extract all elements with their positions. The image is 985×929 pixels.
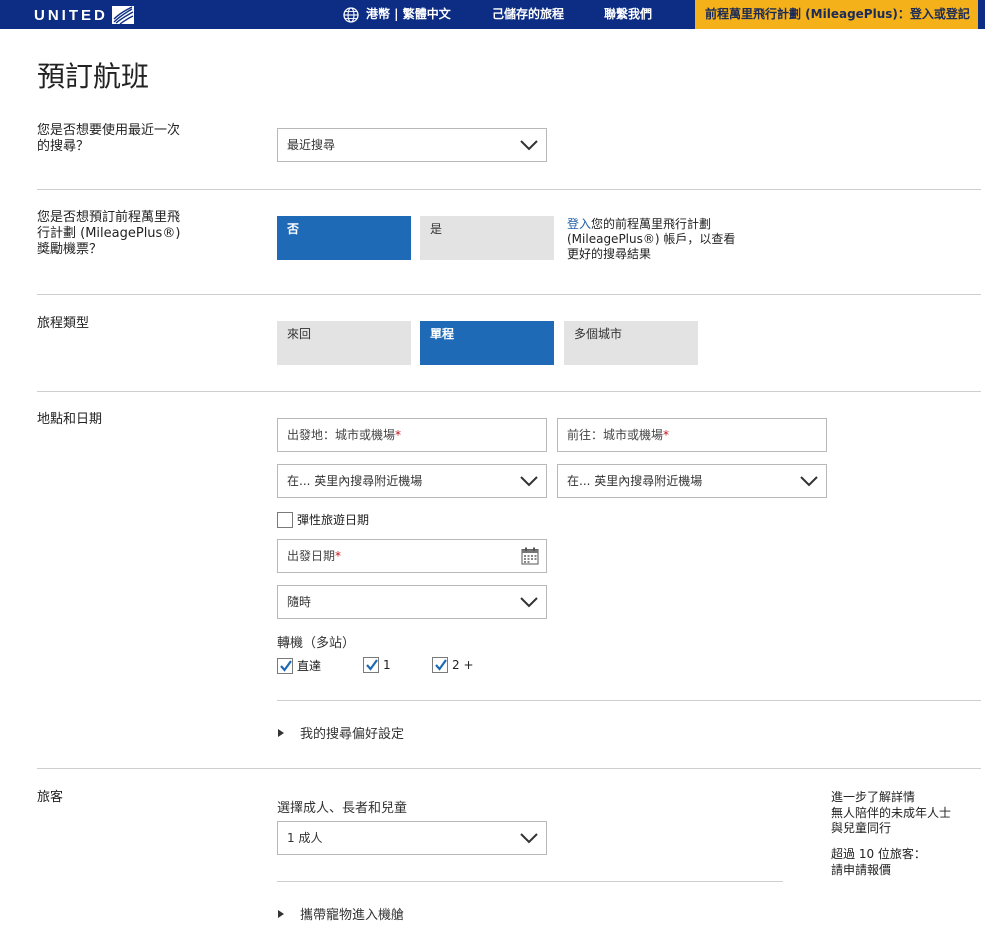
location-label: 地點和日期 [37, 412, 103, 427]
award-label: 您是否想預訂前程萬里飛行計劃 (MileagePlus®) 獎勵機票？ [37, 210, 181, 257]
pets-toggle[interactable]: 攜帶寵物進入機艙 [278, 904, 404, 923]
divider [37, 294, 981, 295]
mileageplus-signin-link[interactable]: 前程萬里飛行計劃 (MileagePlus)：登入或登記 [695, 0, 978, 29]
chevron-down-icon [520, 140, 538, 151]
required-mark: * [395, 428, 402, 442]
divider [37, 391, 981, 392]
trip-roundtrip-button[interactable]: 來回 [277, 321, 411, 365]
travelers-select[interactable]: 1 成人 [277, 821, 547, 855]
globe-logo-icon [111, 6, 134, 24]
saved-trips-link[interactable]: 己儲存的旅程 [492, 0, 564, 29]
recent-search-label: 您是否想要使用最近一次的搜尋？ [37, 123, 181, 154]
nearby-origin-value: 在... 英里內搜尋附近機場 [287, 474, 423, 488]
language-label: 港幣 | 繁體中文 [366, 7, 451, 21]
award-login-note: 登入您的前程萬里飛行計劃 (MileagePlus®) 帳戶，以查看更好的搜尋結… [567, 217, 737, 262]
checkbox-box [432, 657, 448, 673]
unaccompanied-minors-link[interactable]: 無人陪伴的未成年人士與兒童同行 [831, 806, 959, 836]
trip-oneway-button[interactable]: 單程 [420, 321, 554, 365]
expand-triangle-icon [278, 909, 284, 918]
divider [277, 700, 981, 701]
page-title: 預訂航班 [37, 60, 150, 93]
recent-search-select[interactable]: 最近搜尋 [277, 128, 547, 162]
pets-label: 攜帶寵物進入機艙 [300, 908, 405, 923]
one-stop-label: 1 [383, 658, 391, 672]
departure-date-placeholder: 出發日期 [287, 549, 336, 563]
checkbox-box [277, 657, 293, 674]
travelers-value: 1 成人 [287, 831, 323, 845]
checkmark-icon [280, 659, 292, 672]
required-mark: * [663, 428, 670, 442]
travelers-label: 旅客 [37, 790, 64, 805]
logo-text: UNITED [34, 6, 108, 24]
recent-search-value: 最近搜尋 [287, 138, 336, 152]
divider [277, 881, 783, 882]
trip-multicity-button[interactable]: 多個城市 [564, 321, 698, 365]
connections-label: 轉機（多站） [277, 636, 356, 651]
search-preferences-label: 我的搜尋偏好設定 [300, 727, 405, 742]
checkbox-box [277, 511, 293, 528]
travelers-select-label: 選擇成人、長者和兒童 [277, 801, 408, 816]
divider [37, 768, 981, 769]
nonstop-label: 直達 [297, 659, 322, 673]
expand-triangle-icon [278, 728, 284, 737]
checkmark-icon [435, 659, 447, 671]
divider [37, 189, 981, 190]
two-plus-stop-label: 2 + [452, 658, 474, 672]
login-note-text: 您的前程萬里飛行計劃 (MileagePlus®) 帳戶，以查看更好的搜尋結果 [567, 217, 736, 261]
login-link[interactable]: 登入 [567, 217, 591, 231]
nonstop-checkbox[interactable]: 直達 [277, 657, 321, 674]
nearby-origin-select[interactable]: 在... 英里內搜尋附近機場 [277, 464, 547, 498]
departure-time-select[interactable]: 隨時 [277, 585, 547, 619]
departure-time-value: 隨時 [287, 595, 312, 609]
checkmark-icon [366, 659, 378, 671]
chevron-down-icon [520, 597, 538, 608]
flexible-dates-label: 彈性旅遊日期 [297, 513, 370, 527]
calendar-icon[interactable] [521, 547, 539, 565]
contact-us-link[interactable]: 聯繫我們 [604, 0, 652, 29]
language-selector[interactable]: 港幣 | 繁體中文 [343, 0, 451, 29]
chevron-down-icon [520, 833, 538, 844]
trip-type-label: 旅程類型 [37, 316, 90, 331]
departure-date-input[interactable]: 出發日期* [277, 539, 547, 573]
award-no-button[interactable]: 否 [277, 216, 411, 260]
flexible-dates-checkbox[interactable]: 彈性旅遊日期 [277, 511, 369, 528]
chevron-down-icon [520, 476, 538, 487]
one-stop-checkbox[interactable]: 1 [363, 657, 391, 673]
chevron-down-icon [800, 476, 818, 487]
over-ten-travelers-note: 超過 10 位旅客： [831, 847, 926, 861]
globe-icon [343, 6, 359, 23]
two-plus-stop-checkbox[interactable]: 2 + [432, 657, 474, 673]
origin-placeholder: 出發地：城市或機場 [287, 428, 396, 442]
checkbox-box [363, 657, 379, 673]
united-logo[interactable]: UNITED [34, 5, 134, 25]
top-nav: UNITED 港幣 | 繁體中文 己儲存的旅程 聯繫我們 前程萬里飛行計劃 (M… [0, 0, 985, 29]
nearby-destination-value: 在... 英里內搜尋附近機場 [567, 474, 703, 488]
learn-more-heading: 進一步了解詳情 [831, 790, 916, 804]
nearby-destination-select[interactable]: 在... 英里內搜尋附近機場 [557, 464, 827, 498]
required-mark: * [335, 549, 342, 563]
destination-placeholder: 前往：城市或機場 [567, 428, 664, 442]
request-quote-link[interactable]: 請申請報價 [831, 863, 961, 878]
destination-input[interactable]: 前往：城市或機場* [557, 418, 827, 452]
search-preferences-toggle[interactable]: 我的搜尋偏好設定 [278, 723, 404, 742]
origin-input[interactable]: 出發地：城市或機場* [277, 418, 547, 452]
award-yes-button[interactable]: 是 [420, 216, 554, 260]
